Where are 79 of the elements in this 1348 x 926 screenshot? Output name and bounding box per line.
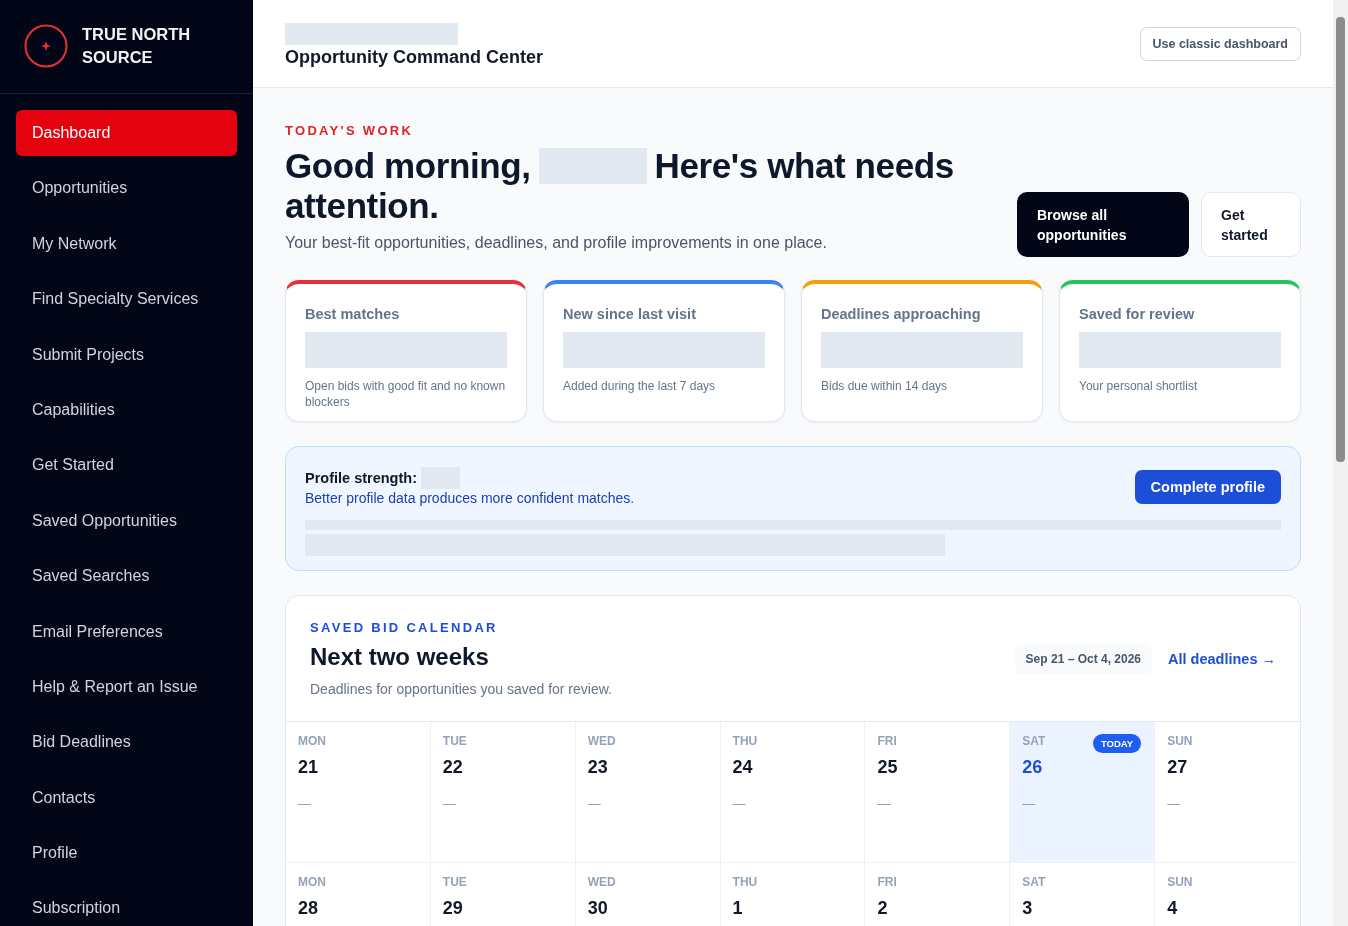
all-deadlines-link[interactable]: All deadlines → [1168, 651, 1276, 667]
get-started-button[interactable]: Get started [1201, 192, 1301, 257]
no-deadline-dash: — [442, 796, 456, 811]
sidebar-item[interactable]: Find Specialty Services [16, 276, 237, 323]
day-number: 26 [1022, 757, 1043, 778]
weekday-label: WED [587, 734, 616, 748]
day-number: 1 [732, 898, 743, 919]
day-number: 22 [442, 757, 463, 778]
profile-strength-label: Profile strength: [305, 470, 417, 486]
day-number: 21 [298, 757, 319, 778]
sidebar-item[interactable]: My Network [16, 220, 237, 267]
no-deadline-dash: — [1022, 796, 1036, 811]
card-title: Deadlines approaching [821, 306, 982, 322]
day-number: 24 [732, 757, 753, 778]
greeting-headline: Here's what needs [654, 146, 954, 186]
sidebar-item[interactable]: Saved Searches [16, 553, 237, 600]
no-deadline-dash: — [1167, 796, 1181, 811]
weekday-label: THU [732, 875, 758, 889]
weekday-label: TUE [442, 734, 467, 748]
calendar-subtitle: Deadlines for opportunities you saved for review. [310, 681, 612, 697]
sidebar-item[interactable]: Submit Projects [16, 331, 237, 378]
page-title: Opportunity Command Center [285, 47, 543, 68]
sidebar-item[interactable]: Email Preferences [16, 608, 237, 655]
sidebar-item[interactable]: Profile [16, 830, 237, 877]
weekday-label: SAT [1022, 875, 1046, 889]
greeting-text: Good morning, [285, 146, 531, 186]
weekday-label: MON [298, 734, 326, 748]
no-deadline-dash: — [877, 796, 891, 811]
sidebar-item[interactable]: Bid Deadlines [16, 719, 237, 766]
browse-opportunities-button[interactable]: Browse all opportunities [1017, 192, 1189, 257]
card-title: Best matches [305, 306, 401, 322]
day-number: 4 [1167, 898, 1178, 919]
day-number: 2 [877, 898, 888, 919]
day-number: 23 [587, 757, 608, 778]
day-number: 28 [298, 898, 319, 919]
card-caption: Your personal shortlist [1079, 378, 1199, 394]
today-badge: TODAY [1092, 734, 1142, 753]
no-deadline-dash: — [732, 796, 746, 811]
profile-note: Better profile data produces more confident matches. [305, 490, 635, 506]
card-caption: Added during the last 7 days [563, 378, 717, 394]
card-caption: Bids due within 14 days [821, 378, 949, 394]
complete-profile-button[interactable]: Complete profile [1134, 469, 1281, 504]
sidebar-item[interactable]: Opportunities [16, 165, 237, 212]
day-number: 29 [442, 898, 463, 919]
no-deadline-dash: — [587, 796, 601, 811]
weekday-label: TUE [442, 875, 467, 889]
sidebar-item[interactable]: Saved Opportunities [16, 497, 237, 544]
day-number: 30 [587, 898, 608, 919]
weekday-label: MON [298, 875, 326, 889]
weekday-label: SAT [1022, 734, 1046, 748]
calendar-title: Next two weeks [310, 643, 490, 671]
sidebar-item[interactable]: Get Started [16, 442, 237, 489]
section-eyebrow: SAVED BID CALENDAR [310, 620, 499, 635]
weekday-label: THU [732, 734, 758, 748]
weekday-label: FRI [877, 734, 897, 748]
day-number: 3 [1022, 898, 1033, 919]
sidebar-item[interactable]: Subscription [16, 885, 237, 926]
no-deadline-dash: — [298, 796, 311, 811]
brand-name: TRUE NORTH SOURCE [82, 24, 192, 68]
sidebar-item[interactable]: Dashboard [16, 110, 237, 156]
greeting-headline: attention. [285, 186, 439, 226]
day-number: 25 [877, 757, 898, 778]
card-title: Saved for review [1079, 306, 1196, 322]
classic-dashboard-button[interactable]: Use classic dashboard [1139, 26, 1301, 61]
weekday-label: FRI [877, 875, 897, 889]
card-caption: Open bids with good fit and no known blockers [305, 378, 507, 410]
weekday-label: WED [587, 875, 616, 889]
day-number: 27 [1167, 757, 1188, 778]
card-title: New since last visit [563, 306, 697, 322]
compass-logo-icon [24, 24, 68, 68]
weekday-label: SUN [1167, 734, 1193, 748]
hero-subtitle: Your best-fit opportunities, deadlines, and profile improvements in one place. [285, 234, 828, 252]
sidebar-item[interactable]: Contacts [16, 774, 237, 821]
sidebar-item[interactable]: Help & Report an Issue [16, 663, 237, 710]
scrollbar[interactable] [1333, 0, 1348, 926]
weekday-label: SUN [1167, 875, 1193, 889]
sidebar-item[interactable]: Capabilities [16, 386, 237, 433]
section-eyebrow: TODAY'S WORK [285, 123, 415, 138]
date-range-chip: Sep 21 – Oct 4, 2026 [1014, 644, 1152, 674]
